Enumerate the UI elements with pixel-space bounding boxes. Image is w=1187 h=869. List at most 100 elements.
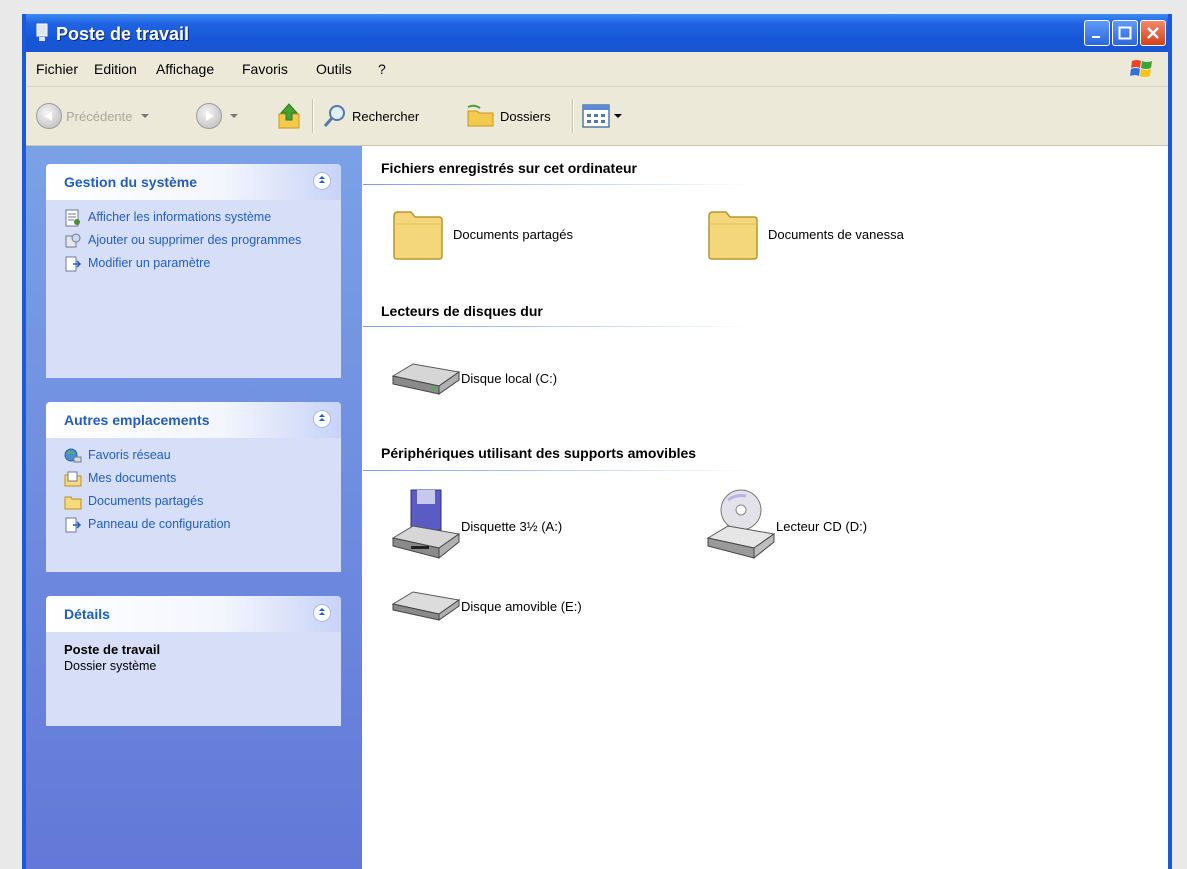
folder-icon: [708, 211, 758, 260]
toolbar-separator: [312, 99, 314, 133]
up-folder-button[interactable]: [276, 87, 302, 145]
minimize-button[interactable]: [1084, 20, 1110, 46]
back-button[interactable]: Précédente: [36, 87, 149, 145]
toolbar-separator: [572, 99, 574, 133]
folder-icon: [64, 496, 82, 510]
panel-system-tasks: Gestion du système Afficher les informat…: [46, 164, 341, 378]
task-add-remove-programs[interactable]: Ajouter ou supprimer des programmes: [64, 233, 325, 250]
window-title: Poste de travail: [56, 24, 190, 44]
task-network-places[interactable]: Favoris réseau: [64, 448, 325, 465]
item-label: Documents de vanessa: [768, 226, 904, 242]
task-pane: Gestion du système Afficher les informat…: [26, 146, 362, 869]
system-info-icon: [65, 209, 80, 227]
task-my-documents[interactable]: Mes documents: [64, 471, 325, 488]
title-bar[interactable]: Poste de travail: [26, 14, 1168, 52]
views-button[interactable]: [582, 87, 622, 145]
chevron-down-icon: [614, 114, 622, 118]
collapse-icon[interactable]: [313, 604, 331, 622]
task-label: Ajouter ou supprimer des programmes: [88, 233, 302, 247]
details-type: Dossier système: [64, 659, 157, 673]
group-divider: [363, 184, 753, 185]
forward-button[interactable]: [196, 87, 238, 145]
item-label: Lecteur CD (D:): [776, 518, 868, 534]
menu-edition[interactable]: Edition: [94, 61, 137, 77]
collapse-icon[interactable]: [313, 172, 331, 190]
item-label: Disque amovible (E:): [461, 598, 582, 614]
panel-header[interactable]: Gestion du système: [46, 164, 341, 200]
back-arrow-icon: [36, 103, 62, 129]
menu-help[interactable]: ?: [378, 61, 386, 77]
task-label: Afficher les informations système: [88, 210, 272, 224]
hard-drive-icon: [391, 363, 461, 395]
task-label: Panneau de configuration: [88, 517, 231, 531]
explorer-window: Poste de travail Fichier Edition Afficha…: [22, 14, 1172, 869]
item-local-disk-c[interactable]: Disque local (C:): [391, 358, 557, 398]
group-header: Lecteurs de disques dur: [381, 303, 543, 319]
menu-affichage[interactable]: Affichage: [156, 61, 214, 77]
close-button[interactable]: [1140, 20, 1166, 46]
control-panel-icon: [65, 256, 82, 272]
views-icon: [582, 104, 610, 128]
chevron-down-icon: [140, 114, 149, 118]
forward-arrow-icon: [196, 103, 222, 129]
chevron-down-icon: [230, 114, 238, 118]
details-name: Poste de travail: [64, 642, 161, 657]
folders-button[interactable]: Dossiers: [466, 87, 551, 145]
removable-disk-icon: [391, 591, 461, 621]
panel-title: Détails: [64, 606, 110, 622]
item-cd-drive-d[interactable]: Lecteur CD (D:): [706, 486, 867, 566]
minimize-icon: [1092, 36, 1100, 38]
search-icon: [323, 105, 345, 127]
task-change-setting[interactable]: Modifier un paramètre: [64, 256, 325, 273]
item-label: Disquette 3½ (A:): [461, 518, 563, 534]
content-area: Fichiers enregistrés sur cet ordinateur …: [363, 146, 1168, 869]
control-panel-icon: [65, 517, 82, 533]
folders-label: Dossiers: [500, 108, 551, 124]
search-label: Rechercher: [352, 108, 420, 124]
folders-icon: [467, 104, 494, 127]
my-documents-icon: [64, 471, 82, 487]
floppy-drive-icon: [391, 489, 461, 560]
group-divider: [363, 470, 753, 471]
panel-other-places: Autres emplacements Favoris réseau Mes d…: [46, 402, 341, 572]
search-button[interactable]: Rechercher: [322, 87, 419, 145]
windows-logo-icon: [1130, 60, 1152, 77]
panel-header[interactable]: Autres emplacements: [46, 402, 341, 438]
task-label: Documents partagés: [88, 494, 204, 508]
task-label: Favoris réseau: [88, 448, 171, 462]
panel-title: Gestion du système: [64, 174, 198, 190]
task-system-info[interactable]: Afficher les informations système: [64, 209, 325, 227]
menu-fichier[interactable]: Fichier: [36, 61, 78, 77]
up-folder-icon: [278, 103, 300, 129]
collapse-icon[interactable]: [313, 410, 331, 428]
item-shared-documents[interactable]: Documents partagés: [391, 206, 573, 262]
network-icon: [64, 448, 82, 463]
panel-body: Favoris réseau Mes documents Documents p…: [46, 438, 341, 552]
panel-body: Afficher les informations système Ajoute…: [46, 200, 341, 291]
group-header: Fichiers enregistrés sur cet ordinateur: [381, 160, 637, 176]
item-floppy-a[interactable]: Disquette 3½ (A:): [391, 486, 562, 566]
item-label: Documents partagés: [453, 226, 573, 242]
item-removable-disk-e[interactable]: Disque amovible (E:): [391, 588, 582, 624]
task-shared-documents[interactable]: Documents partagés: [64, 494, 325, 511]
menu-favoris[interactable]: Favoris: [242, 61, 288, 77]
item-vanessa-documents[interactable]: Documents de vanessa: [706, 206, 904, 262]
panel-title: Autres emplacements: [64, 412, 210, 428]
group-header: Périphériques utilisant des supports amo…: [381, 445, 697, 461]
menu-bar: Fichier Edition Affichage Favoris Outils…: [26, 52, 1168, 87]
group-divider: [363, 326, 753, 327]
folder-icon: [393, 211, 443, 260]
task-label: Mes documents: [88, 471, 177, 485]
back-label: Précédente: [66, 108, 133, 124]
panel-header[interactable]: Détails: [46, 596, 341, 632]
item-label: Disque local (C:): [461, 370, 558, 386]
task-control-panel[interactable]: Panneau de configuration: [64, 517, 325, 534]
maximize-button[interactable]: [1112, 20, 1138, 46]
menu-outils[interactable]: Outils: [316, 61, 352, 77]
task-label: Modifier un paramètre: [88, 256, 211, 270]
toolbar: Précédente Rechercher Dossiers: [26, 87, 1168, 146]
computer-icon: [36, 23, 48, 41]
cd-drive-icon: [706, 489, 776, 560]
panel-body: Poste de travail Dossier système: [46, 632, 341, 685]
close-icon: [1147, 27, 1159, 39]
